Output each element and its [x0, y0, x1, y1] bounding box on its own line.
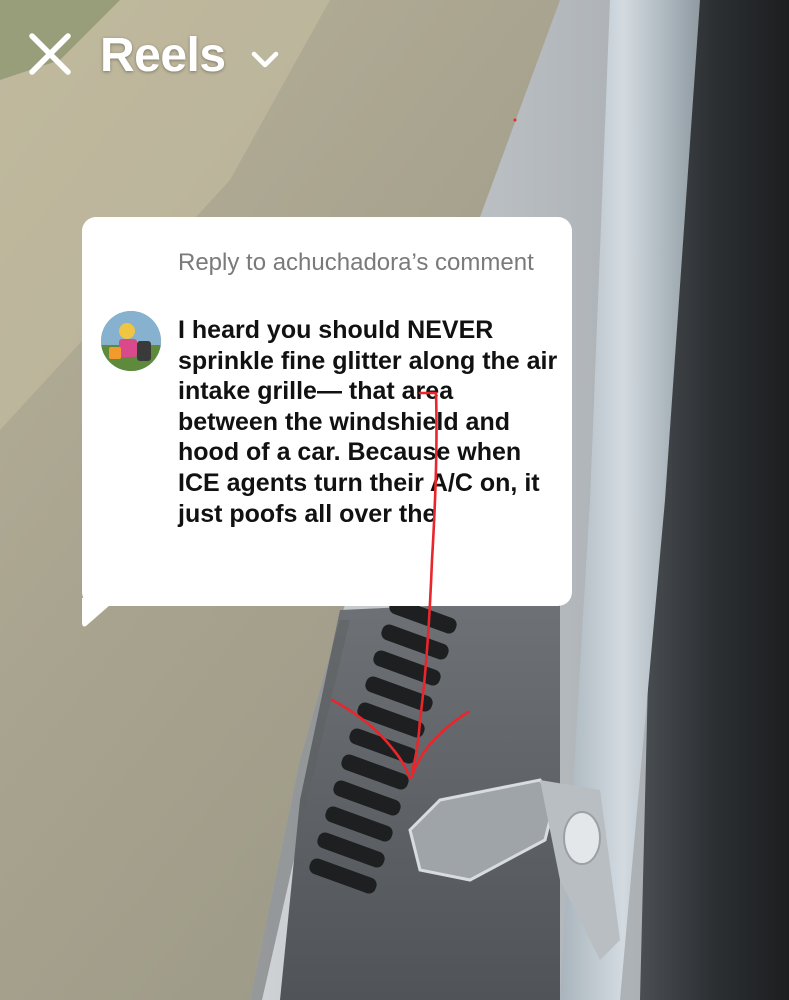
reel-viewer: Reels Reply to achuchadora’s comment I h… — [0, 0, 789, 1000]
comment-reply-sticker[interactable]: Reply to achuchadora’s comment I heard y… — [82, 217, 572, 606]
close-icon[interactable] — [22, 26, 78, 82]
top-bar: Reels — [0, 0, 789, 110]
reply-header: Reply to achuchadora’s comment — [178, 249, 534, 276]
chevron-down-icon[interactable] — [248, 44, 282, 74]
comment-text: I heard you should NEVER sprinkle fine g… — [178, 316, 558, 528]
page-title[interactable]: Reels — [100, 26, 226, 86]
avatar[interactable] — [101, 311, 161, 371]
bubble-tail — [82, 598, 122, 628]
